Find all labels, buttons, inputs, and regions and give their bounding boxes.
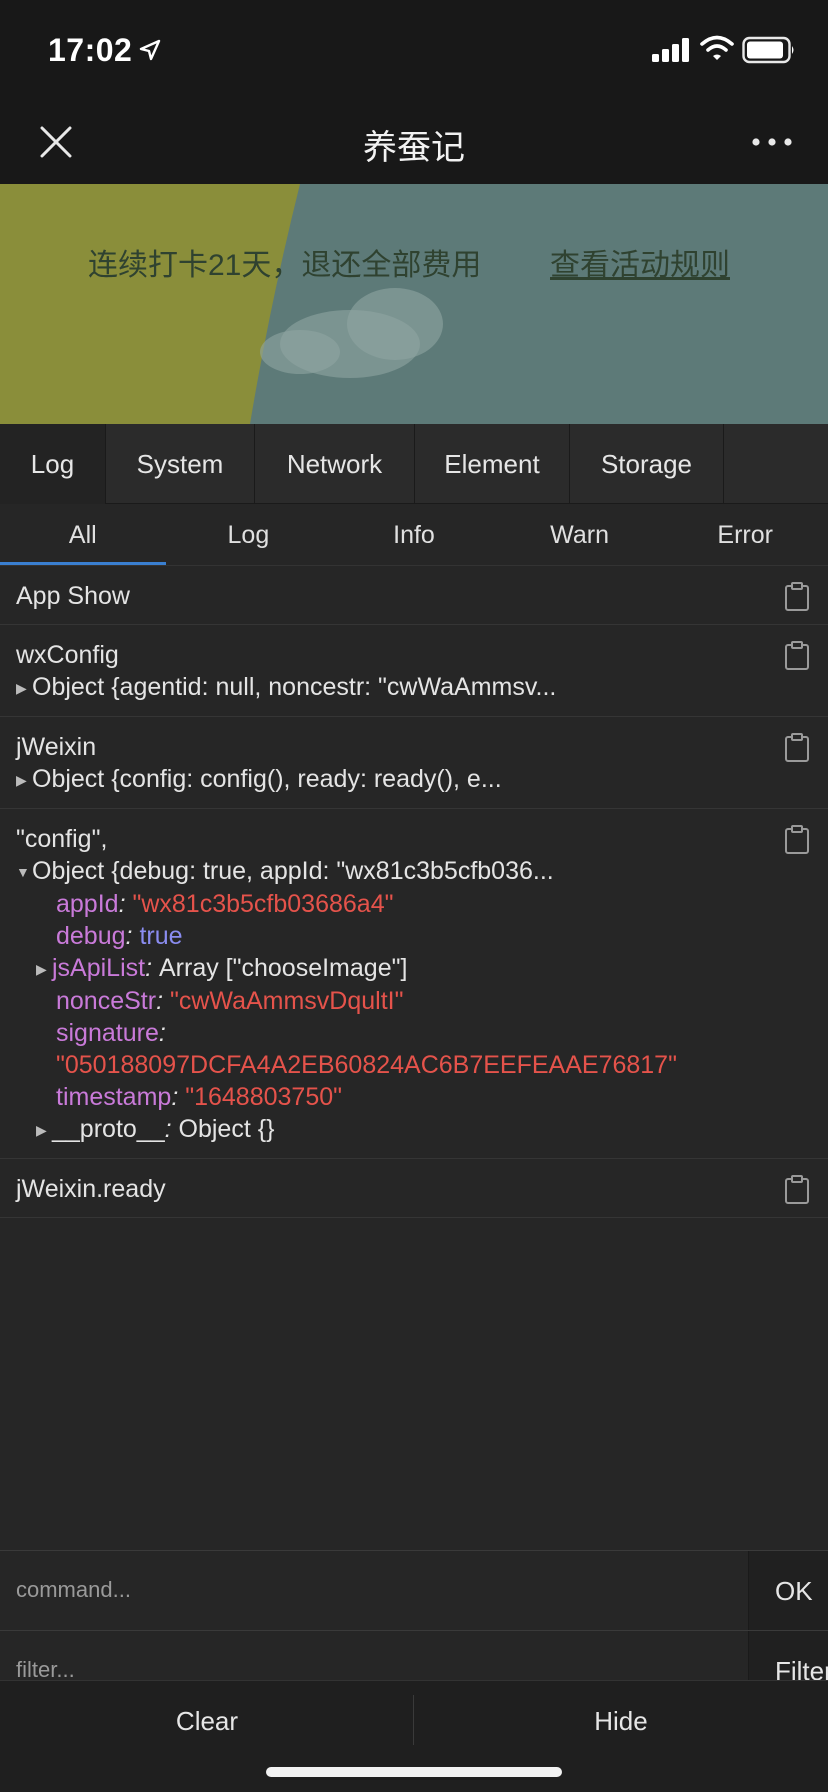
nav-bar: 养蚕记 <box>0 100 828 184</box>
copy-icon[interactable] <box>784 641 810 671</box>
banner-background-illustration <box>0 184 443 424</box>
object-row[interactable]: ▶ Object {agentid: null, noncestr: "cwWaA… <box>16 671 812 704</box>
bottom-action-bar: Clear Hide <box>0 1680 828 1792</box>
field-key: appId <box>56 890 119 918</box>
object-row[interactable]: ▶ Object {config: config(), ready: ready(… <box>16 763 812 796</box>
expand-arrow-icon[interactable]: ▶ <box>36 953 52 985</box>
log-text: "config", <box>16 825 108 853</box>
tab-log[interactable]: Log <box>0 424 106 504</box>
subtab-info[interactable]: Info <box>331 504 497 565</box>
object-field[interactable]: ▶ __proto__: Object {} <box>16 1113 812 1146</box>
log-item: App Show <box>0 566 828 625</box>
promo-banner: 连续打卡21天，退还全部费用 查看活动规则 <box>0 184 828 424</box>
wifi-icon <box>700 35 734 60</box>
log-list: App Show wxConfig ▶ Object {agentid: null… <box>0 566 828 1550</box>
page-title: 养蚕记 <box>363 129 465 167</box>
devtools-top-tabs: Log System Network Element Storage <box>0 424 828 504</box>
location-arrow-icon <box>139 39 161 61</box>
field-value: true <box>139 922 183 950</box>
battery-icon <box>742 36 794 64</box>
cellular-signal-icon <box>652 38 689 62</box>
banner-text: 连续打卡21天，退还全部费用 <box>88 249 482 282</box>
object-field[interactable]: ▶ jsApiList: Array ["chooseImage"] <box>16 952 812 985</box>
expand-arrow-icon[interactable]: ▶ <box>16 764 32 796</box>
field-value: "cwWaAmmsvDqultI" <box>169 987 404 1015</box>
field-value: "1648803750" <box>185 1083 343 1111</box>
command-bar: command... OK <box>0 1550 828 1631</box>
tab-storage[interactable]: Storage <box>570 424 724 504</box>
copy-icon[interactable] <box>784 733 810 763</box>
field-key: timestamp <box>56 1083 172 1111</box>
field-key: jsApiList <box>52 954 146 982</box>
collapse-arrow-icon[interactable]: ▼ <box>16 856 32 888</box>
object-preview: Object {agentid: null, noncestr: "cwWaAm… <box>32 673 557 701</box>
copy-icon[interactable] <box>784 1175 810 1205</box>
clear-button[interactable]: Clear <box>0 1681 414 1761</box>
tab-element[interactable]: Element <box>415 424 570 504</box>
object-preview: Object {debug: true, appId: "wx81c3b5cfb… <box>32 857 554 885</box>
log-item: wxConfig ▶ Object {agentid: null, noncest… <box>0 625 828 717</box>
more-options-icon[interactable] <box>748 130 796 154</box>
field-key: nonceStr <box>56 987 157 1015</box>
field-key: __proto__ <box>52 1115 165 1143</box>
subtab-warn[interactable]: Warn <box>497 504 663 565</box>
field-key: signature <box>56 1019 159 1047</box>
object-field: appId: "wx81c3b5cfb03686a4" <box>56 890 394 918</box>
copy-icon[interactable] <box>784 582 810 612</box>
object-row-expanded[interactable]: ▼Object {debug: true, appId: "wx81c3b5cf… <box>16 855 812 888</box>
filter-bar: filter... Filter <box>0 1630 828 1711</box>
tab-system[interactable]: System <box>106 424 255 504</box>
object-field: signature: <box>56 1019 166 1047</box>
subtab-error[interactable]: Error <box>662 504 828 565</box>
field-value: Array ["chooseImage"] <box>159 954 408 982</box>
log-text: App Show <box>16 582 130 610</box>
expand-arrow-icon[interactable]: ▶ <box>36 1114 52 1146</box>
log-text: jWeixin.ready <box>16 1175 166 1203</box>
subtab-log[interactable]: Log <box>166 504 332 565</box>
field-value: "050188097DCFA4A2EB60824AC6B7EEFEAAE7681… <box>56 1051 677 1079</box>
log-text: wxConfig <box>16 641 119 669</box>
log-filter-tabs: All Log Info Warn Error <box>0 504 828 566</box>
copy-icon[interactable] <box>784 825 810 855</box>
object-field: timestamp: "1648803750" <box>56 1083 343 1111</box>
object-preview: Object {config: config(), ready: ready()… <box>32 765 502 793</box>
expand-arrow-icon[interactable]: ▶ <box>16 672 32 704</box>
field-value: "wx81c3b5cfb03686a4" <box>132 890 394 918</box>
field-key: debug <box>56 922 126 950</box>
command-input[interactable]: command... <box>0 1551 748 1631</box>
home-indicator[interactable] <box>266 1767 562 1777</box>
subtab-all[interactable]: All <box>0 504 166 565</box>
log-item: jWeixin.ready <box>0 1159 828 1218</box>
object-field-value-wrapped: "050188097DCFA4A2EB60824AC6B7EEFEAAE7681… <box>16 1049 812 1081</box>
log-item: jWeixin ▶ Object {config: config(), ready… <box>0 717 828 809</box>
log-item: "config", ▼Object {debug: true, appId: "… <box>0 809 828 1159</box>
status-bar: 17:02 <box>0 0 828 100</box>
field-value: Object {} <box>178 1115 275 1143</box>
tab-network[interactable]: Network <box>255 424 415 504</box>
object-field: debug: true <box>56 922 183 950</box>
ok-button[interactable]: OK <box>748 1551 828 1631</box>
hide-button[interactable]: Hide <box>414 1681 828 1761</box>
status-time: 17:02 <box>48 32 133 68</box>
log-text: jWeixin <box>16 733 97 761</box>
object-field: nonceStr: "cwWaAmmsvDqultI" <box>56 987 404 1015</box>
activity-rules-link[interactable]: 查看活动规则 <box>550 240 730 284</box>
